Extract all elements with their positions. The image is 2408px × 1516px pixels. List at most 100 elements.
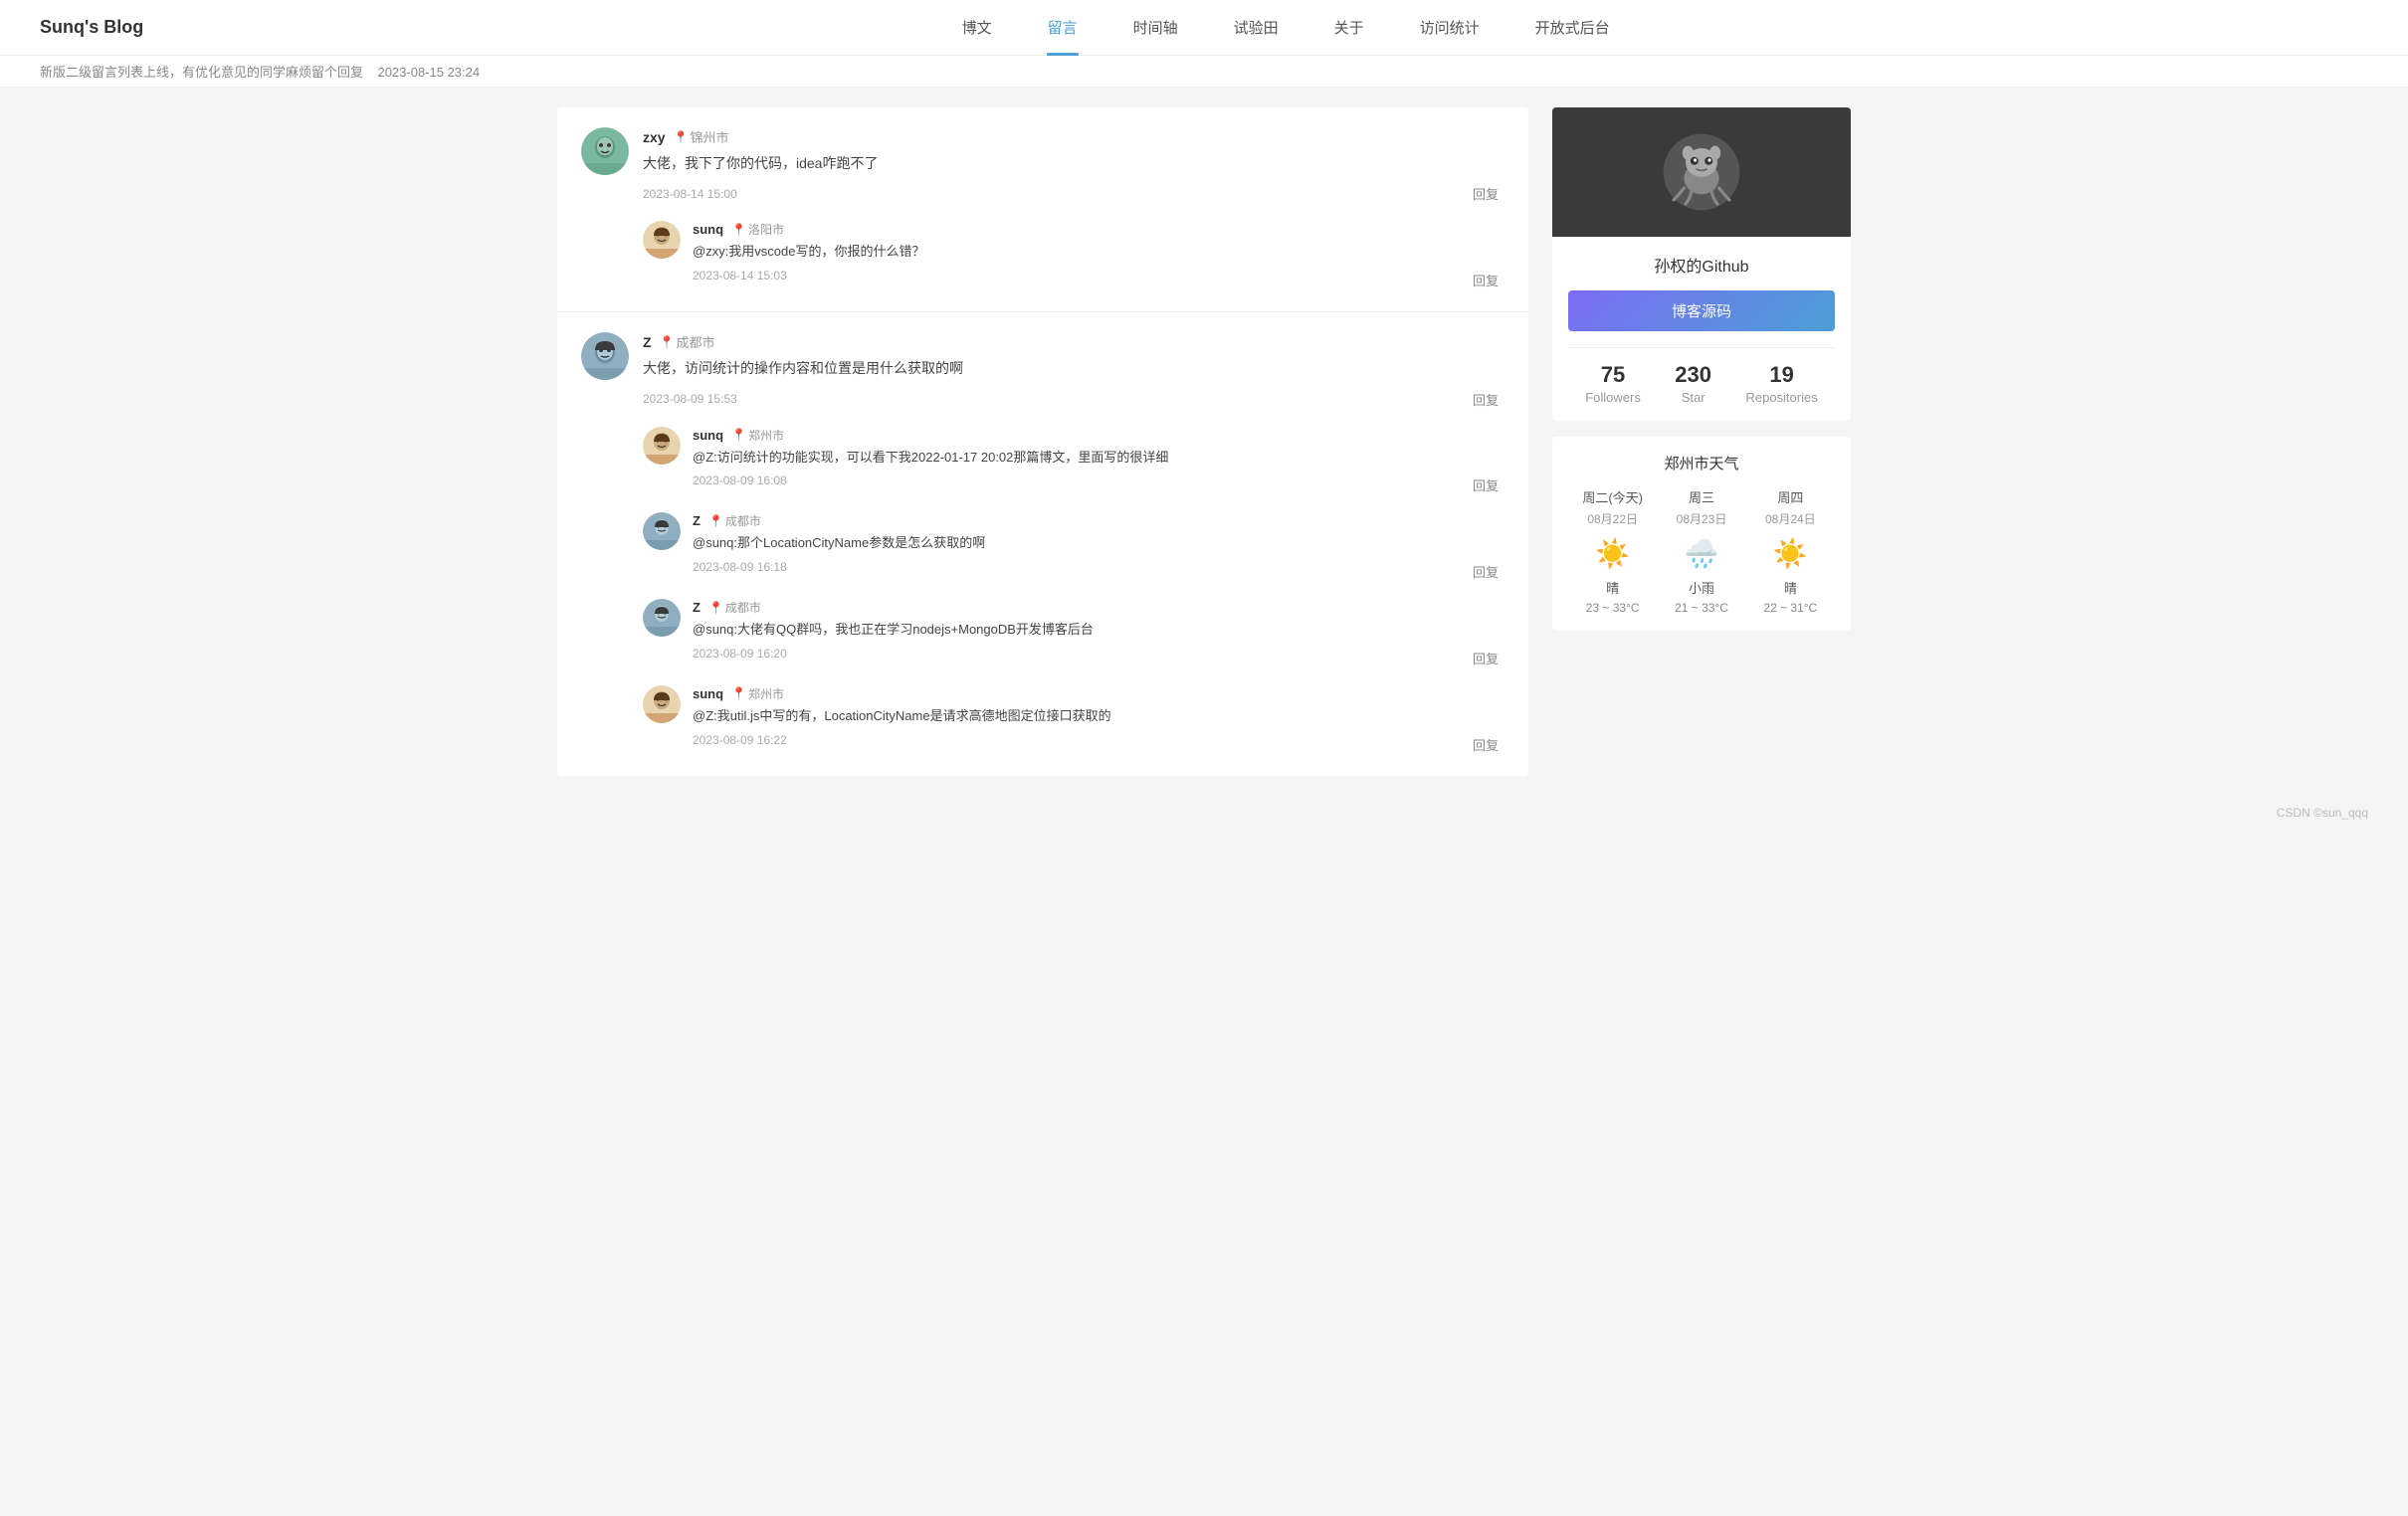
list-item: Z 📍 成都市 @sunq:大佬有QQ群吗，我也正在学习nodejs+Mongo… [643, 599, 1505, 669]
comments-section: zxy 📍 锦州市 大佬，我下了你的代码，idea咋跑不了 2023-08-14… [557, 107, 1528, 776]
comment-author: Z [643, 334, 652, 350]
reply-button[interactable]: 回复 [1467, 560, 1505, 583]
github-stat-repos: 19 Repositories [1745, 362, 1817, 405]
reply-body: Z 📍 成都市 @sunq:大佬有QQ群吗，我也正在学习nodejs+Mongo… [693, 599, 1505, 669]
comment-time: 2023-08-14 15:00 [643, 187, 737, 201]
reply-footer: 2023-08-09 16:22 回复 [693, 733, 1505, 756]
weather-day-2: 周四 08月24日 ☀️ 晴 22 ~ 31°C [1746, 487, 1835, 615]
nav-messages[interactable]: 留言 [1020, 0, 1105, 56]
reply-body: sunq 📍 洛阳市 @zxy:我用vscode写的，你报的什么错？ 2023-… [693, 221, 1505, 291]
reply-footer: 2023-08-09 16:20 回复 [693, 647, 1505, 669]
weather-icon: 🌧️ [1657, 537, 1745, 570]
weather-icon: ☀️ [1746, 537, 1835, 570]
weather-days: 周二(今天) 08月22日 ☀️ 晴 23 ~ 33°C 周三 08月23日 🌧… [1568, 487, 1835, 615]
github-source-button[interactable]: 博客源码 [1568, 290, 1835, 331]
reply-text: @zxy:我用vscode写的，你报的什么错？ [693, 242, 1505, 263]
comment-thread: Z 📍 成都市 大佬，访问统计的操作内容和位置是用什么获取的啊 2023-08-… [557, 312, 1528, 776]
comment-location: 📍 成都市 [660, 332, 715, 351]
reply-button[interactable]: 回复 [1467, 647, 1505, 669]
nav-blog[interactable]: 博文 [934, 0, 1020, 56]
sidebar: 孙权的Github 博客源码 75 Followers 230 Star 19 … [1552, 107, 1851, 776]
header: Sunq's Blog 博文 留言 时间轴 试验田 关于 访问统计 开放式后台 [0, 0, 2408, 56]
reply-location: 📍 成都市 [708, 599, 761, 616]
octocat-icon [1662, 132, 1741, 212]
reply-button[interactable]: 回复 [1467, 474, 1505, 496]
nav-timeline[interactable]: 时间轴 [1105, 0, 1206, 56]
followers-count: 75 [1585, 362, 1641, 388]
nav-about[interactable]: 关于 [1306, 0, 1392, 56]
list-item: sunq 📍 郑州市 @Z:访问统计的功能实现，可以看下我2022-01-17 … [643, 427, 1505, 497]
reply-button[interactable]: 回复 [1467, 733, 1505, 756]
main-layout: zxy 📍 锦州市 大佬，我下了你的代码，idea咋跑不了 2023-08-14… [517, 88, 1891, 796]
reply-location: 📍 郑州市 [731, 685, 784, 702]
reply-location: 📍 成都市 [708, 512, 761, 529]
comment-thread: zxy 📍 锦州市 大佬，我下了你的代码，idea咋跑不了 2023-08-14… [557, 107, 1528, 312]
weather-title: 郑州市天气 [1568, 453, 1835, 474]
github-info: 孙权的Github 博客源码 75 Followers 230 Star 19 … [1552, 237, 1851, 421]
replies: sunq 📍 郑州市 @Z:访问统计的功能实现，可以看下我2022-01-17 … [643, 427, 1505, 756]
reply-author: sunq [693, 428, 723, 443]
reply-location: 📍 郑州市 [731, 427, 784, 444]
reply-time: 2023-08-09 16:20 [693, 647, 787, 669]
star-count: 230 [1675, 362, 1711, 388]
page-footer: CSDN ©sun_qqq [0, 796, 2408, 830]
nav-stats[interactable]: 访问统计 [1392, 0, 1507, 56]
repos-count: 19 [1745, 362, 1817, 388]
reply-meta: sunq 📍 洛阳市 [693, 221, 1505, 238]
reply-meta: Z 📍 成都市 [693, 512, 1505, 529]
main-nav: 博文 留言 时间轴 试验田 关于 访问统计 开放式后台 [203, 0, 2368, 56]
comment-body: zxy 📍 锦州市 大佬，我下了你的代码，idea咋跑不了 2023-08-14… [643, 127, 1505, 205]
site-logo[interactable]: Sunq's Blog [40, 17, 143, 38]
pin-icon: 📍 [731, 428, 746, 442]
comment-time: 2023-08-09 15:53 [643, 392, 737, 406]
comment-text: 大佬，访问统计的操作内容和位置是用什么获取的啊 [643, 357, 1505, 379]
weather-desc: 晴 [1568, 578, 1657, 597]
reply-button[interactable]: 回复 [1467, 182, 1505, 205]
reply-text: @sunq:那个LocationCityName参数是怎么获取的啊 [693, 533, 1505, 554]
weather-day-name: 周二(今天) [1568, 487, 1657, 506]
pin-icon: 📍 [674, 130, 689, 144]
reply-text: @Z:访问统计的功能实现，可以看下我2022-01-17 20:02那篇博文，里… [693, 448, 1505, 469]
weather-desc: 小雨 [1657, 578, 1745, 597]
weather-temp: 22 ~ 31°C [1746, 601, 1835, 615]
reply-author: sunq [693, 686, 723, 701]
repos-label: Repositories [1745, 390, 1817, 405]
weather-day-1: 周三 08月23日 🌧️ 小雨 21 ~ 33°C [1657, 487, 1745, 615]
pin-icon: 📍 [708, 601, 723, 615]
reply-time: 2023-08-14 15:03 [693, 269, 787, 291]
weather-day-name: 周三 [1657, 487, 1745, 506]
reply-button[interactable]: 回复 [1467, 269, 1505, 291]
weather-desc: 晴 [1746, 578, 1835, 597]
reply-text: @Z:我util.js中写的有，LocationCityName是请求高德地图定… [693, 706, 1505, 727]
weather-card: 郑州市天气 周二(今天) 08月22日 ☀️ 晴 23 ~ 33°C 周三 08… [1552, 437, 1851, 631]
footer-credit: CSDN ©sun_qqq [2277, 806, 2368, 820]
reply-body: sunq 📍 郑州市 @Z:我util.js中写的有，LocationCityN… [693, 685, 1505, 756]
weather-day-date: 08月24日 [1746, 510, 1835, 527]
pin-icon: 📍 [708, 514, 723, 528]
reply-text: @sunq:大佬有QQ群吗，我也正在学习nodejs+MongoDB开发博客后台 [693, 620, 1505, 641]
comment-main: zxy 📍 锦州市 大佬，我下了你的代码，idea咋跑不了 2023-08-14… [581, 127, 1505, 205]
star-label: Star [1675, 390, 1711, 405]
reply-time: 2023-08-09 16:22 [693, 733, 787, 756]
avatar [643, 685, 681, 723]
list-item: sunq 📍 洛阳市 @zxy:我用vscode写的，你报的什么错？ 2023-… [643, 221, 1505, 291]
nav-admin[interactable]: 开放式后台 [1507, 0, 1638, 56]
avatar [643, 599, 681, 637]
reply-meta: sunq 📍 郑州市 [693, 685, 1505, 702]
comment-author: zxy [643, 129, 666, 145]
github-card: 孙权的Github 博客源码 75 Followers 230 Star 19 … [1552, 107, 1851, 421]
avatar [581, 127, 629, 175]
nav-lab[interactable]: 试验田 [1206, 0, 1306, 56]
reply-time: 2023-08-09 16:18 [693, 560, 787, 583]
weather-day-date: 08月23日 [1657, 510, 1745, 527]
github-stats: 75 Followers 230 Star 19 Repositories [1568, 347, 1835, 405]
reply-button[interactable]: 回复 [1467, 388, 1505, 411]
followers-label: Followers [1585, 390, 1641, 405]
reply-author: Z [693, 600, 701, 615]
comment-footer: 2023-08-14 15:00 回复 [643, 182, 1505, 205]
github-stat-followers: 75 Followers [1585, 362, 1641, 405]
reply-body: Z 📍 成都市 @sunq:那个LocationCityName参数是怎么获取的… [693, 512, 1505, 583]
announcement-text: 新版二级留言列表上线，有优化意见的同学麻烦留个回复 [40, 65, 363, 80]
github-stat-star: 230 Star [1675, 362, 1711, 405]
comment-meta: Z 📍 成都市 [643, 332, 1505, 351]
